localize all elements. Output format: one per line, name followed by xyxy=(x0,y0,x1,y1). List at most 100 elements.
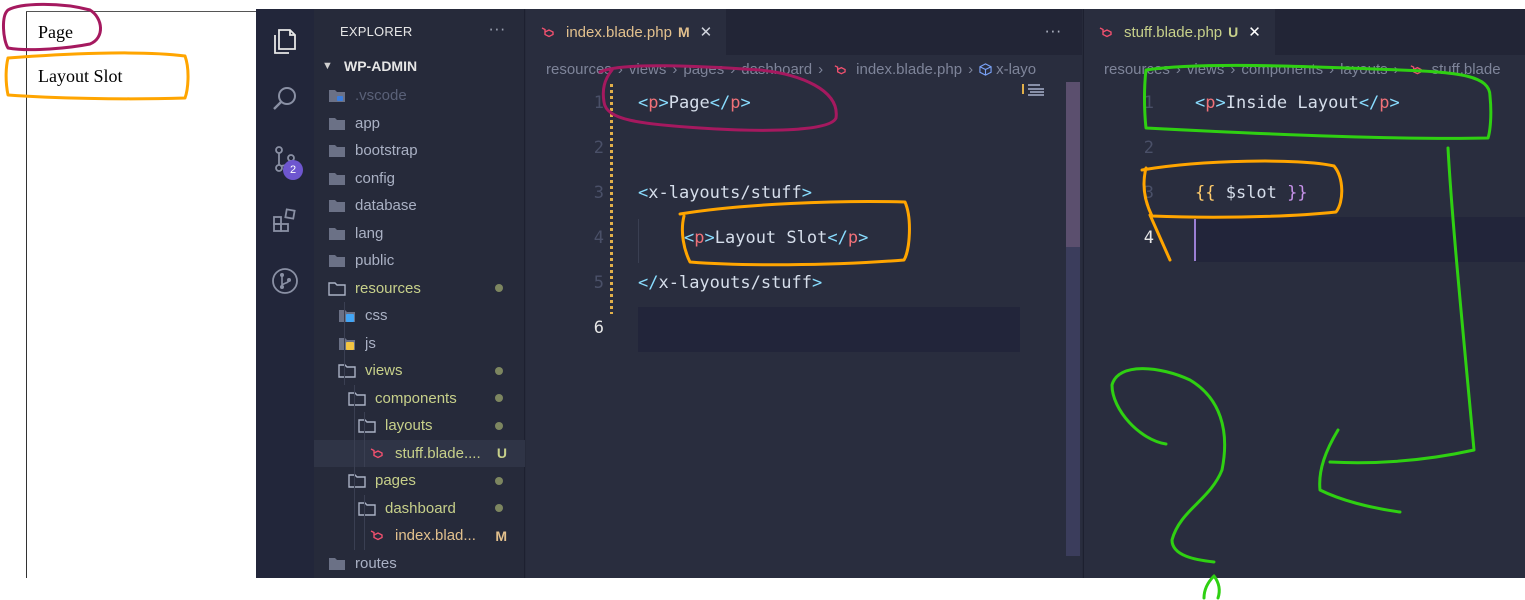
code-line-1[interactable]: <p>Page</p> xyxy=(638,93,751,113)
laravel-file-icon xyxy=(1410,64,1422,74)
editor-more-button[interactable]: ··· xyxy=(1045,23,1062,41)
close-icon[interactable]: ✕ xyxy=(700,23,713,41)
tab-status: U xyxy=(1228,24,1239,40)
code-line-5[interactable]: </x-layouts/stuff> xyxy=(638,273,822,293)
folder-icon xyxy=(329,557,345,570)
code-line-3[interactable]: <x-layouts/stuff> xyxy=(638,183,812,203)
tree-indent-guide xyxy=(364,494,365,550)
breadcrumb: resources › views › components › layouts › s… xyxy=(1104,60,1501,78)
explorer-title: EXPLORER xyxy=(340,24,413,39)
tree-item-config[interactable]: config xyxy=(314,165,525,192)
annotation-green-dot xyxy=(1202,574,1221,600)
code-line-4[interactable]: <p>Layout Slot</p> xyxy=(684,228,868,248)
text-cursor xyxy=(1194,219,1196,261)
extensions-icon[interactable] xyxy=(256,197,314,245)
breadcrumb-item[interactable]: views xyxy=(629,61,667,78)
tree-item-label: lang xyxy=(355,224,384,242)
activity-bar: 2 xyxy=(256,9,314,578)
current-line-highlight xyxy=(638,307,1020,352)
folder-icon xyxy=(329,117,345,130)
breadcrumb-item[interactable]: views xyxy=(1187,61,1225,78)
line-number: 4 xyxy=(1143,228,1154,248)
editor-group-right: stuff.blade.php U ✕ resources › views › co… xyxy=(1083,9,1525,578)
breadcrumb-item[interactable]: components xyxy=(1241,61,1323,78)
breadcrumb-item[interactable]: x-layo xyxy=(996,61,1036,78)
breadcrumb: resources › views › pages › dashboard › inde… xyxy=(546,60,1037,78)
tree-item-vscode[interactable]: .vscode xyxy=(314,82,525,109)
line-number: 2 xyxy=(593,138,604,158)
folder-open-icon xyxy=(328,281,346,296)
line-number: 4 xyxy=(593,228,604,248)
tree-item-components[interactable]: components xyxy=(314,385,525,412)
breadcrumb-item[interactable]: stuff.blade xyxy=(1432,61,1501,78)
explorer-sidebar: EXPLORER ··· ▼ WP-ADMIN .vscode app bootst… xyxy=(314,9,525,578)
folder-icon xyxy=(329,145,345,157)
tree-item-js[interactable]: js xyxy=(314,330,525,357)
tab-index-blade[interactable]: index.blade.php M ✕ xyxy=(526,9,727,55)
tree-item-index-blad[interactable]: index.blad... M xyxy=(314,522,525,549)
current-line-highlight xyxy=(1195,217,1525,262)
tree-item-routes[interactable]: routes xyxy=(314,550,525,577)
scm-badge: 2 xyxy=(283,160,303,180)
explorer-more-button[interactable]: ··· xyxy=(489,21,506,39)
tree-item-css[interactable]: css xyxy=(314,302,525,329)
search-icon[interactable] xyxy=(256,75,314,123)
breadcrumb-item[interactable]: index.blade.php xyxy=(856,61,962,78)
tree-item-app[interactable]: app xyxy=(314,110,525,137)
preview-border-left xyxy=(26,12,27,578)
workspace-root-label: WP-ADMIN xyxy=(344,58,418,74)
minimap[interactable] xyxy=(1022,82,1066,102)
line-number: 2 xyxy=(1143,138,1154,158)
breadcrumb-item[interactable]: layouts xyxy=(1340,61,1388,78)
breadcrumb-item[interactable]: pages xyxy=(683,61,724,78)
tree-item-database[interactable]: database xyxy=(314,192,525,219)
code-line-3[interactable]: {{ $slot }} xyxy=(1195,183,1308,203)
modified-dot-icon xyxy=(495,366,503,375)
tab-bar: index.blade.php M ✕ ··· xyxy=(526,9,1082,55)
folder-open-icon xyxy=(338,364,356,378)
git-status-badge: M xyxy=(495,527,507,544)
breadcrumb-item[interactable]: dashboard xyxy=(741,61,812,78)
git-graph-icon[interactable] xyxy=(256,257,314,305)
tree-item-dashboard[interactable]: dashboard xyxy=(314,495,525,522)
tree-item-views[interactable]: views xyxy=(314,357,525,384)
tab-stuff-blade[interactable]: stuff.blade.php U ✕ xyxy=(1084,9,1275,55)
workspace-root[interactable]: ▼ WP-ADMIN xyxy=(322,58,417,74)
indent-guide xyxy=(638,219,639,263)
modified-dot-icon xyxy=(495,476,503,485)
laravel-file-icon xyxy=(370,530,383,541)
preview-border-top xyxy=(26,11,256,12)
code-line-1[interactable]: <p>Inside Layout</p> xyxy=(1195,93,1400,113)
folder-open-icon xyxy=(348,474,366,488)
modified-dot-icon xyxy=(495,284,503,292)
tree-item-label: pages xyxy=(375,472,416,489)
tree-item-label: dashboard xyxy=(385,499,456,517)
tree-item-label: views xyxy=(365,362,403,379)
tree-item-resources[interactable]: resources xyxy=(314,275,525,302)
tree-item-lang[interactable]: lang xyxy=(314,220,525,247)
chevron-down-icon: ▼ xyxy=(322,60,333,72)
explorer-icon[interactable] xyxy=(256,17,314,65)
tree-item-label: config xyxy=(355,169,396,187)
laravel-file-icon xyxy=(1099,27,1112,38)
tree-item-label: layouts xyxy=(385,417,433,434)
tree-item-public[interactable]: public xyxy=(314,247,525,274)
laravel-file-icon xyxy=(541,27,554,38)
tree-item-stuff-blade[interactable]: stuff.blade.... U xyxy=(314,439,525,467)
folder-icon xyxy=(329,255,345,267)
tree-item-label: components xyxy=(375,389,457,407)
tree-item-pages[interactable]: pages xyxy=(314,467,525,494)
breadcrumb-item[interactable]: resources xyxy=(1104,61,1170,78)
tree-item-bootstrap[interactable]: bootstrap xyxy=(314,137,525,164)
folder-open-icon xyxy=(358,501,376,516)
modified-dot-icon xyxy=(495,394,503,402)
folder-icon xyxy=(329,200,345,212)
close-icon[interactable]: ✕ xyxy=(1248,23,1261,41)
tree-indent-guide xyxy=(364,412,365,467)
source-control-icon[interactable]: 2 xyxy=(256,135,314,183)
vscode-folder-icon xyxy=(329,90,345,102)
cube-icon xyxy=(979,62,992,76)
tree-item-layouts[interactable]: layouts xyxy=(314,412,525,439)
breadcrumb-item[interactable]: resources xyxy=(546,61,612,78)
tree-item-label: stuff.blade.... xyxy=(395,444,481,462)
